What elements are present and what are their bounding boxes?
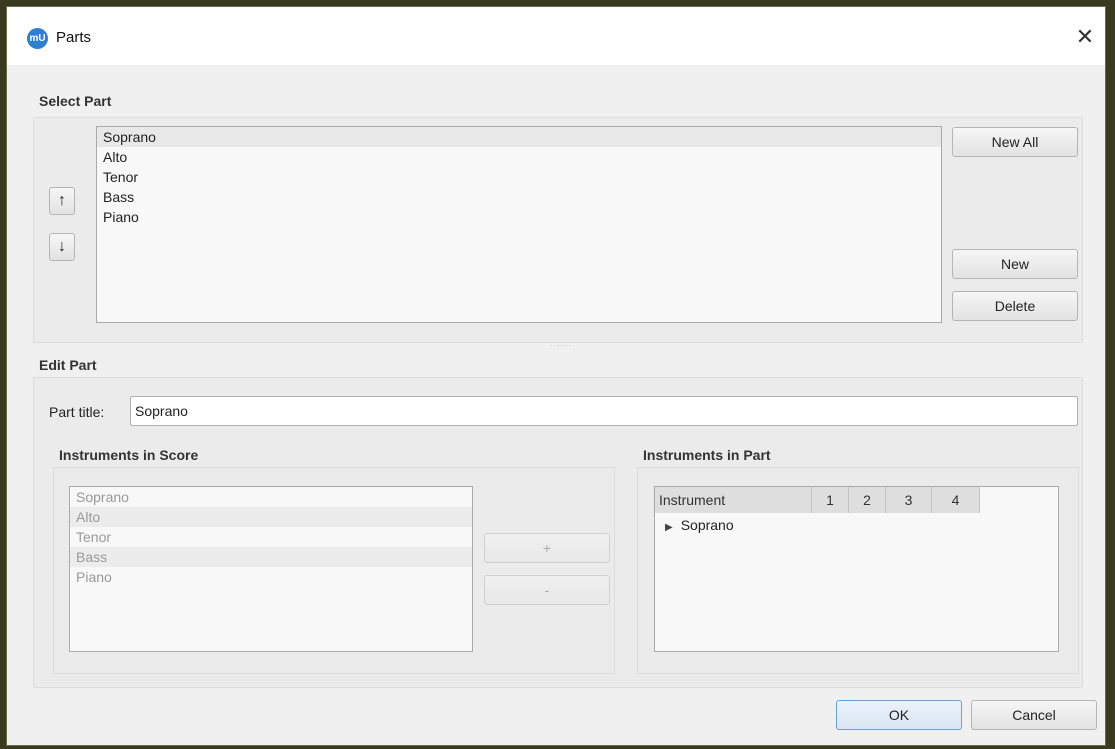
column-header-2[interactable]: 2 [849, 487, 886, 513]
tree-row-label: Soprano [680, 517, 734, 533]
dialog-title: Parts [56, 29, 92, 46]
select-part-heading: Select Part [39, 93, 116, 109]
list-item[interactable]: Soprano [97, 127, 941, 147]
new-button[interactable]: New [952, 249, 1078, 279]
column-header-1[interactable]: 1 [812, 487, 849, 513]
instruments-in-score-list[interactable]: Soprano Alto Tenor Bass Piano [69, 486, 473, 652]
list-item[interactable]: Soprano [70, 487, 472, 507]
edit-part-heading: Edit Part [39, 357, 101, 373]
instruments-in-part-tree[interactable]: Instrument 1 2 3 4 ▶ Soprano [654, 486, 1059, 652]
expand-arrow-icon[interactable]: ▶ [665, 518, 673, 538]
list-item[interactable]: Tenor [70, 527, 472, 547]
list-item[interactable]: Tenor [97, 167, 941, 187]
part-title-label: Part title: [49, 404, 105, 420]
list-item[interactable]: Piano [70, 567, 472, 587]
column-header-3[interactable]: 3 [886, 487, 932, 513]
close-button[interactable]: ✕ [1071, 23, 1099, 51]
add-instrument-button[interactable]: + [484, 533, 610, 563]
tree-header: Instrument 1 2 3 4 [655, 487, 980, 513]
delete-button[interactable]: Delete [952, 291, 1078, 321]
cancel-button[interactable]: Cancel [971, 700, 1097, 730]
move-down-button[interactable]: ↓ [49, 233, 75, 261]
ok-button[interactable]: OK [836, 700, 962, 730]
remove-instrument-button[interactable]: - [484, 575, 610, 605]
title-bar[interactable]: mU Parts ✕ [7, 7, 1105, 65]
splitter-handle[interactable]: ······ [550, 341, 572, 350]
parts-list[interactable]: Soprano Alto Tenor Bass Piano [96, 126, 942, 323]
parts-dialog: mU Parts ✕ Select Part ↑ ↓ Soprano Alto … [6, 6, 1106, 746]
column-header-4[interactable]: 4 [932, 487, 980, 513]
list-item[interactable]: Bass [97, 187, 941, 207]
instruments-in-part-heading: Instruments in Part [643, 447, 775, 463]
tree-row[interactable]: ▶ Soprano [655, 515, 734, 535]
instruments-in-score-heading: Instruments in Score [59, 447, 203, 463]
list-item[interactable]: Piano [97, 207, 941, 227]
move-up-button[interactable]: ↑ [49, 187, 75, 215]
part-title-input[interactable]: Soprano [130, 396, 1078, 426]
list-item[interactable]: Alto [97, 147, 941, 167]
list-item[interactable]: Alto [70, 507, 472, 527]
list-item[interactable]: Bass [70, 547, 472, 567]
column-header-instrument[interactable]: Instrument [655, 487, 812, 513]
new-all-button[interactable]: New All [952, 127, 1078, 157]
musescore-logo-icon: mU [27, 28, 48, 49]
